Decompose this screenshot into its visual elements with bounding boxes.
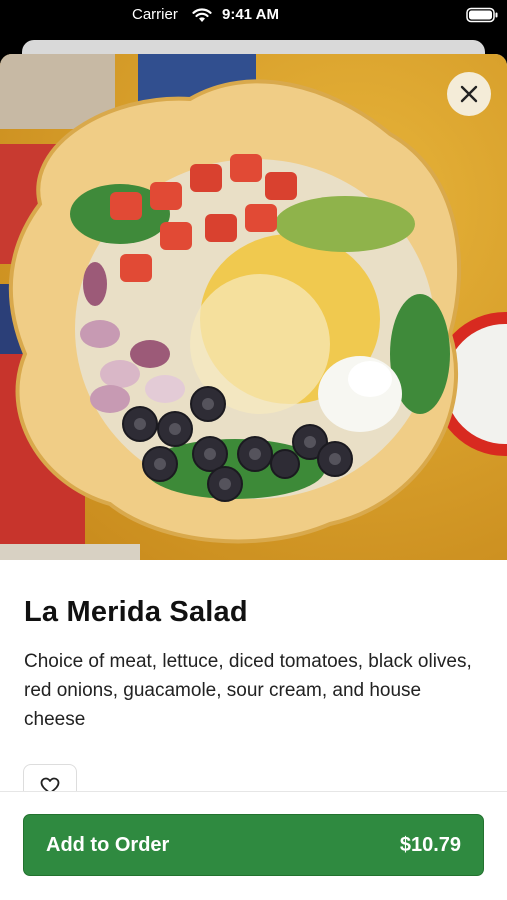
carrier-label: Carrier — [132, 6, 178, 23]
battery-icon — [466, 7, 498, 23]
close-icon — [460, 85, 478, 103]
status-bar: Carrier 9:41 AM — [0, 0, 507, 32]
item-description: Choice of meat, lettuce, diced tomatoes,… — [24, 651, 472, 730]
item-title: La Merida Salad — [24, 596, 248, 628]
order-footer: Add to Order $10.79 — [0, 791, 507, 900]
wifi-icon — [192, 8, 212, 22]
add-to-order-label: Add to Order — [46, 834, 170, 856]
close-button[interactable] — [447, 72, 491, 116]
salad-illustration — [0, 54, 507, 560]
item-detail-sheet: La Merida Salad Choice of meat, lettuce,… — [0, 54, 507, 900]
item-photo — [0, 54, 507, 560]
item-price: $10.79 — [399, 834, 461, 856]
clock: 9:41 AM — [222, 6, 279, 23]
add-to-order-button[interactable]: Add to Order $10.79 — [23, 814, 484, 876]
